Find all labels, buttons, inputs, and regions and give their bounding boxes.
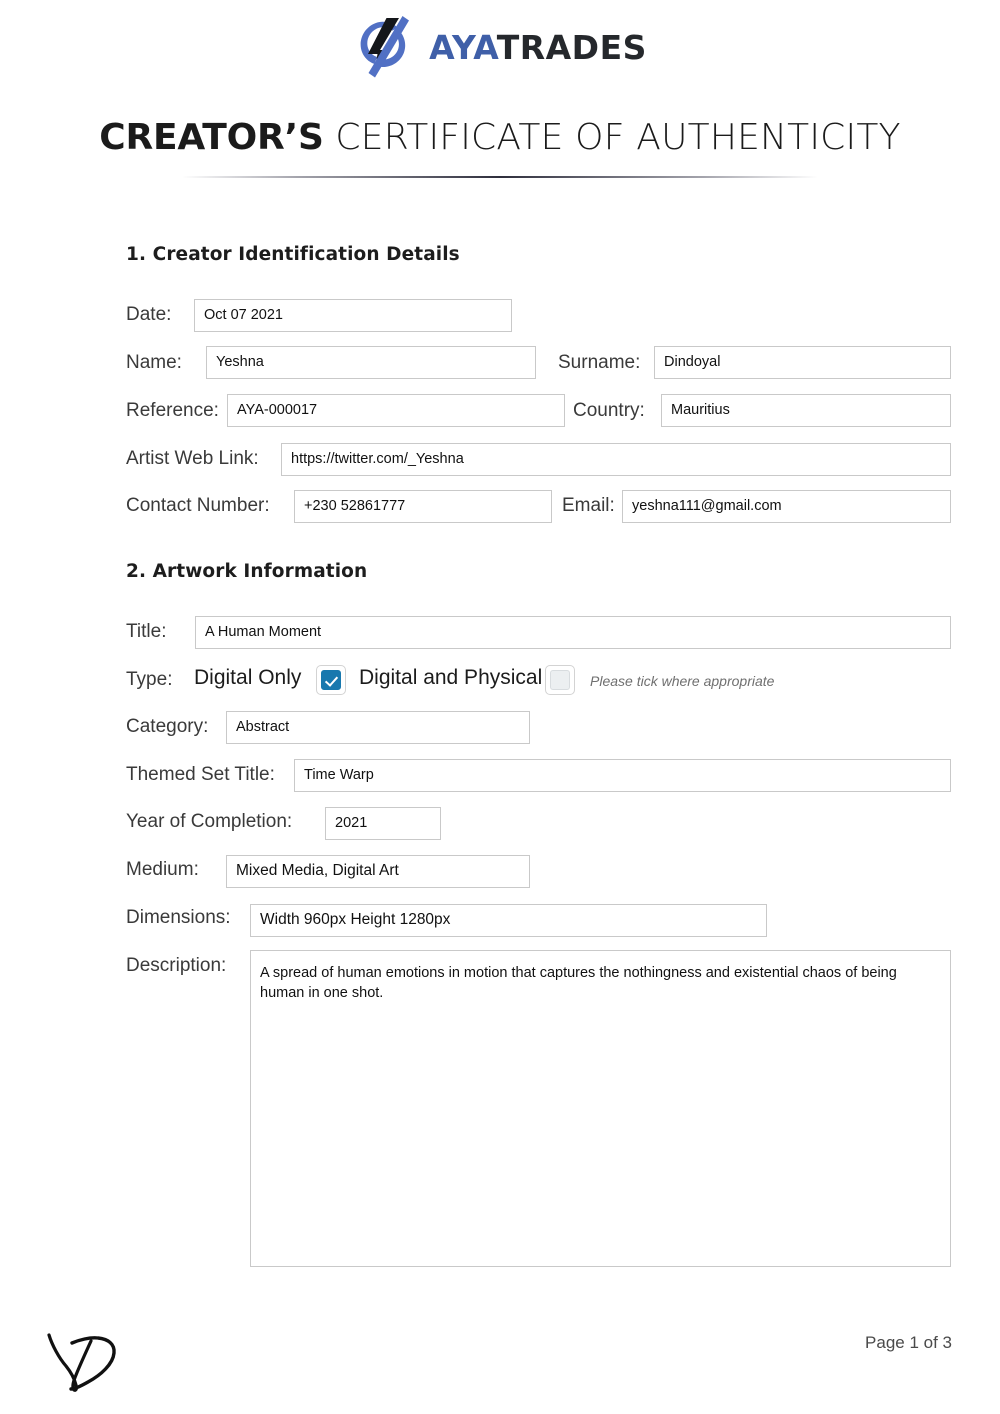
brand-name-primary: AYA bbox=[429, 27, 497, 67]
page-title-light: CERTIFICATE OF AUTHENTICITY bbox=[323, 117, 901, 158]
year-of-completion-value: 2021 bbox=[335, 814, 368, 831]
label-year-of-completion: Year of Completion: bbox=[126, 811, 293, 832]
certificate-page: AYATRADES CREATOR’S CERTIFICATE OF AUTHE… bbox=[0, 0, 1000, 1414]
description-field[interactable]: A spread of human emotions in motion tha… bbox=[250, 950, 951, 1267]
artist-web-link-value: https://twitter.com/_Yeshna bbox=[291, 450, 464, 467]
title-divider bbox=[182, 176, 818, 178]
handwritten-signature-yd bbox=[47, 1333, 116, 1392]
type-option-digital-only-label: Digital Only bbox=[194, 666, 302, 689]
label-email: Email: bbox=[562, 495, 615, 516]
label-dimensions: Dimensions: bbox=[126, 907, 231, 928]
brand-wordmark: AYATRADES bbox=[429, 31, 647, 64]
checkbox-digital-only[interactable] bbox=[316, 665, 346, 695]
email-field[interactable]: yeshna111@gmail.com bbox=[622, 490, 951, 523]
section-heading-creator: 1. Creator Identification Details bbox=[126, 244, 460, 265]
artwork-title-value: A Human Moment bbox=[205, 623, 322, 640]
name-value: Yeshna bbox=[216, 353, 264, 370]
label-contact-number: Contact Number: bbox=[126, 495, 270, 516]
label-description: Description: bbox=[126, 955, 227, 976]
dimensions-field[interactable]: Width 960px Height 1280px bbox=[250, 904, 767, 937]
page-title: CREATOR’S CERTIFICATE OF AUTHENTICITY bbox=[0, 116, 1000, 160]
country-value: Mauritius bbox=[671, 401, 730, 418]
brand-logo: AYATRADES bbox=[0, 14, 1000, 80]
year-of-completion-field[interactable]: 2021 bbox=[325, 807, 441, 840]
reference-field[interactable]: AYA-000017 bbox=[227, 394, 565, 427]
label-surname: Surname: bbox=[558, 352, 641, 373]
reference-value: AYA-000017 bbox=[237, 401, 318, 418]
medium-field[interactable]: Mixed Media, Digital Art bbox=[226, 855, 530, 888]
label-reference: Reference: bbox=[126, 400, 219, 421]
label-name: Name: bbox=[126, 352, 182, 373]
themed-set-title-value: Time Warp bbox=[304, 766, 374, 783]
label-category: Category: bbox=[126, 716, 209, 737]
description-value: A spread of human emotions in motion tha… bbox=[260, 965, 897, 1001]
label-medium: Medium: bbox=[126, 859, 199, 880]
date-value: Oct 07 2021 bbox=[204, 306, 283, 323]
contact-number-value: +230 52861777 bbox=[304, 497, 406, 514]
name-field[interactable]: Yeshna bbox=[206, 346, 536, 379]
page-number: Page 1 of 3 bbox=[865, 1333, 952, 1352]
empty-box-icon bbox=[550, 670, 570, 690]
surname-value: Dindoyal bbox=[664, 353, 721, 370]
medium-value: Mixed Media, Digital Art bbox=[236, 862, 399, 880]
type-option-digital-and-physical-label: Digital and Physical bbox=[359, 666, 543, 689]
brand-name-secondary: TRADES bbox=[496, 27, 647, 67]
section-heading-artwork: 2. Artwork Information bbox=[126, 561, 368, 582]
type-hint: Please tick where appropriate bbox=[590, 673, 775, 689]
ayatrades-logo-icon bbox=[360, 16, 410, 78]
label-title: Title: bbox=[126, 621, 167, 642]
dimensions-value: Width 960px Height 1280px bbox=[260, 911, 451, 929]
themed-set-title-field[interactable]: Time Warp bbox=[294, 759, 951, 792]
date-field[interactable]: Oct 07 2021 bbox=[194, 299, 512, 332]
checkbox-digital-and-physical[interactable] bbox=[545, 665, 575, 695]
label-artist-web-link: Artist Web Link: bbox=[126, 448, 259, 469]
category-value: Abstract bbox=[236, 718, 290, 735]
label-type: Type: bbox=[126, 669, 173, 690]
surname-field[interactable]: Dindoyal bbox=[654, 346, 951, 379]
label-date: Date: bbox=[126, 304, 172, 325]
category-field[interactable]: Abstract bbox=[226, 711, 530, 744]
artwork-title-field[interactable]: A Human Moment bbox=[195, 616, 951, 649]
check-icon bbox=[321, 670, 341, 690]
country-field[interactable]: Mauritius bbox=[661, 394, 951, 427]
page-title-strong: CREATOR’S bbox=[99, 117, 324, 158]
label-themed-set-title: Themed Set Title: bbox=[126, 764, 275, 785]
label-country: Country: bbox=[573, 400, 645, 421]
artist-web-link-field[interactable]: https://twitter.com/_Yeshna bbox=[281, 443, 951, 476]
contact-number-field[interactable]: +230 52861777 bbox=[294, 490, 552, 523]
email-value: yeshna111@gmail.com bbox=[632, 497, 782, 514]
